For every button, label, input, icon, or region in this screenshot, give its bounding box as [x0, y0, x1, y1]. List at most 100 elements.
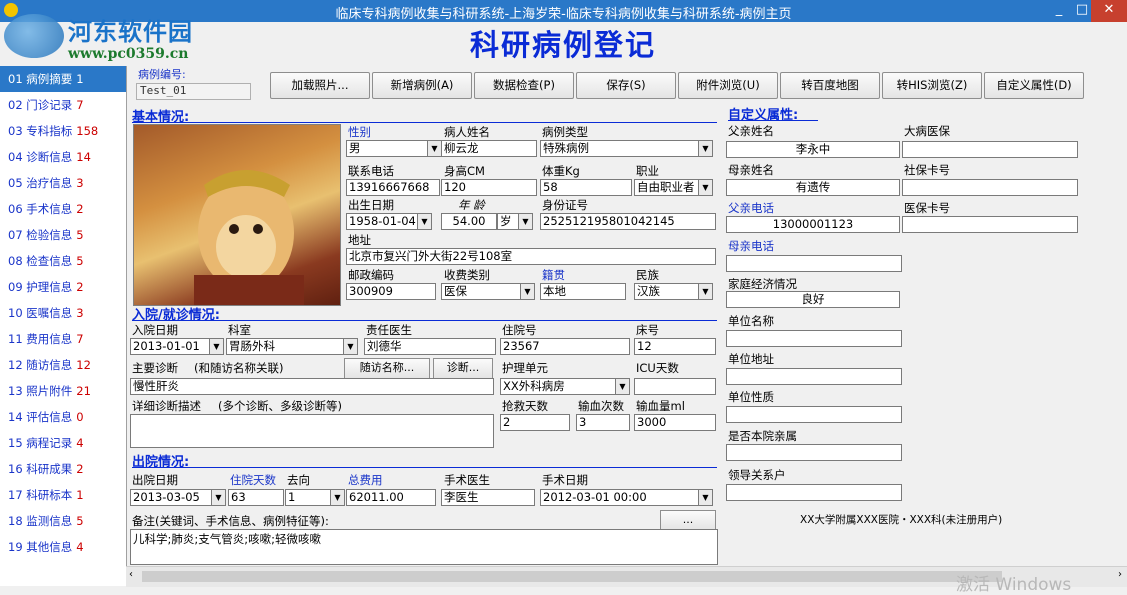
family-economy-field[interactable]: 良好: [726, 291, 900, 308]
age-field[interactable]: 54.00: [441, 213, 497, 230]
sidebar-item-examination[interactable]: 08 检查信息 5: [0, 248, 126, 274]
height-field[interactable]: 120: [441, 179, 537, 196]
fee-type-select[interactable]: 医保: [441, 283, 521, 300]
sidebar-item-progress-notes[interactable]: 15 病程记录 4: [0, 430, 126, 456]
phone-field[interactable]: 13916667668: [346, 179, 440, 196]
baidu-map-button[interactable]: 转百度地图: [780, 72, 880, 99]
scroll-left-icon[interactable]: ‹: [129, 569, 133, 580]
occupation-select[interactable]: 自由职业者: [634, 179, 700, 196]
discharge-date-dropdown-icon[interactable]: ▼: [211, 489, 226, 506]
remarks-more-button[interactable]: ...: [660, 510, 716, 531]
serious-insurance-field[interactable]: [902, 141, 1078, 158]
sidebar-item-other[interactable]: 19 其他信息 4: [0, 534, 126, 560]
rescue-days-label: 抢救天数: [502, 399, 548, 413]
stay-days-label: 住院天数: [230, 473, 276, 487]
mother-name-field[interactable]: 有遗传: [726, 179, 900, 196]
staff-relative-field[interactable]: [726, 444, 902, 461]
scrollbar-thumb[interactable]: [142, 571, 1002, 582]
medical-card-field[interactable]: [902, 216, 1078, 233]
sidebar-item-assessment[interactable]: 14 评估信息 0: [0, 404, 126, 430]
inpatient-no-field[interactable]: 23567: [500, 338, 630, 355]
discharge-divider: [132, 467, 717, 468]
transfusion-times-field[interactable]: 3: [576, 414, 630, 431]
doctor-field[interactable]: 刘德华: [364, 338, 496, 355]
sidebar-item-treatment[interactable]: 05 治疗信息 3: [0, 170, 126, 196]
birth-date-field[interactable]: 1958-01-04: [346, 213, 418, 230]
nursing-unit-dropdown-icon[interactable]: ▼: [615, 378, 630, 395]
case-id-field[interactable]: Test_01: [136, 83, 251, 100]
admission-date-field[interactable]: 2013-01-01: [130, 338, 210, 355]
sidebar-item-followup[interactable]: 12 随访信息 12: [0, 352, 126, 378]
save-button[interactable]: 保存(S): [576, 72, 676, 99]
load-photo-button[interactable]: 加载照片...: [270, 72, 370, 99]
attachments-button[interactable]: 附件浏览(U): [678, 72, 778, 99]
scroll-right-icon[interactable]: ›: [1118, 569, 1122, 580]
followup-name-button[interactable]: 随访名称...: [344, 358, 430, 379]
sidebar-item-case-summary[interactable]: 01 病例摘要 1: [0, 66, 126, 92]
sidebar-item-orders[interactable]: 10 医嘱信息 3: [0, 300, 126, 326]
surgery-date-field[interactable]: 2012-03-01 00:00: [540, 489, 700, 506]
ethnicity-select[interactable]: 汉族: [634, 283, 700, 300]
surgery-date-dropdown-icon[interactable]: ▼: [698, 489, 713, 506]
social-card-field[interactable]: [902, 179, 1078, 196]
department-select[interactable]: 胃肠外科: [226, 338, 344, 355]
rescue-days-field[interactable]: 2: [500, 414, 570, 431]
bed-no-field[interactable]: 12: [634, 338, 716, 355]
surgeon-field[interactable]: 李医生: [441, 489, 535, 506]
stay-days-field[interactable]: 63: [228, 489, 284, 506]
case-type-dropdown-icon[interactable]: ▼: [698, 140, 713, 157]
close-button[interactable]: ✕: [1091, 0, 1127, 22]
data-check-button[interactable]: 数据检查(P): [474, 72, 574, 99]
department-dropdown-icon[interactable]: ▼: [343, 338, 358, 355]
medical-card-label: 医保卡号: [904, 201, 950, 215]
gender-select[interactable]: 男: [346, 140, 430, 157]
native-place-field[interactable]: 本地: [540, 283, 626, 300]
age-unit-dropdown-icon[interactable]: ▼: [518, 213, 533, 230]
admission-date-dropdown-icon[interactable]: ▼: [209, 338, 224, 355]
weight-field[interactable]: 58: [540, 179, 632, 196]
discharge-date-field[interactable]: 2013-03-05: [130, 489, 212, 506]
work-address-field[interactable]: [726, 368, 902, 385]
total-fee-field[interactable]: 62011.00: [346, 489, 436, 506]
icu-days-field[interactable]: [634, 378, 716, 395]
new-case-button[interactable]: 新增病例(A): [372, 72, 472, 99]
father-phone-field[interactable]: 13000001123: [726, 216, 900, 233]
sidebar-item-surgery[interactable]: 06 手术信息 2: [0, 196, 126, 222]
detail-diagnosis-textarea[interactable]: [130, 414, 494, 448]
sidebar-item-monitoring[interactable]: 18 监测信息 5: [0, 508, 126, 534]
gender-dropdown-icon[interactable]: ▼: [427, 140, 442, 157]
fee-type-dropdown-icon[interactable]: ▼: [520, 283, 535, 300]
work-name-field[interactable]: [726, 330, 902, 347]
case-type-select[interactable]: 特殊病例: [540, 140, 700, 157]
diagnosis-button[interactable]: 诊断...: [433, 358, 493, 379]
destination-select[interactable]: 1: [285, 489, 331, 506]
father-name-field[interactable]: 李永中: [726, 141, 900, 158]
sidebar-item-outpatient[interactable]: 02 门诊记录 7: [0, 92, 126, 118]
remarks-textarea[interactable]: 儿科学;肺炎;支气管炎;咳嗽;轻微咳嗽: [130, 529, 718, 565]
sidebar-item-diagnosis[interactable]: 04 诊断信息 14: [0, 144, 126, 170]
ethnicity-dropdown-icon[interactable]: ▼: [698, 283, 713, 300]
address-field[interactable]: 北京市复兴门外大街22号108室: [346, 248, 716, 265]
leader-relation-field[interactable]: [726, 484, 902, 501]
his-browse-button[interactable]: 转HIS浏览(Z): [882, 72, 982, 99]
sidebar-item-nursing[interactable]: 09 护理信息 2: [0, 274, 126, 300]
patient-name-field[interactable]: 柳云龙: [441, 140, 537, 157]
sidebar-item-photo-attachments[interactable]: 13 照片附件 21: [0, 378, 126, 404]
transfusion-volume-field[interactable]: 3000: [634, 414, 716, 431]
age-unit-select[interactable]: 岁: [497, 213, 519, 230]
postcode-field[interactable]: 300909: [346, 283, 436, 300]
occupation-dropdown-icon[interactable]: ▼: [698, 179, 713, 196]
main-diagnosis-field[interactable]: 慢性肝炎: [130, 378, 494, 395]
sidebar-item-lab-test[interactable]: 07 检验信息 5: [0, 222, 126, 248]
work-nature-field[interactable]: [726, 406, 902, 423]
mother-phone-field[interactable]: [726, 255, 902, 272]
sidebar-item-research-samples[interactable]: 17 科研标本 1: [0, 482, 126, 508]
id-number-field[interactable]: 252512195801042145: [540, 213, 716, 230]
sidebar-item-fees[interactable]: 11 费用信息 7: [0, 326, 126, 352]
destination-dropdown-icon[interactable]: ▼: [330, 489, 345, 506]
sidebar-item-research-results[interactable]: 16 科研成果 2: [0, 456, 126, 482]
custom-attributes-button[interactable]: 自定义属性(D): [984, 72, 1084, 99]
birth-date-dropdown-icon[interactable]: ▼: [417, 213, 432, 230]
sidebar-item-specialty-index[interactable]: 03 专科指标 158: [0, 118, 126, 144]
nursing-unit-select[interactable]: XX外科病房: [500, 378, 616, 395]
